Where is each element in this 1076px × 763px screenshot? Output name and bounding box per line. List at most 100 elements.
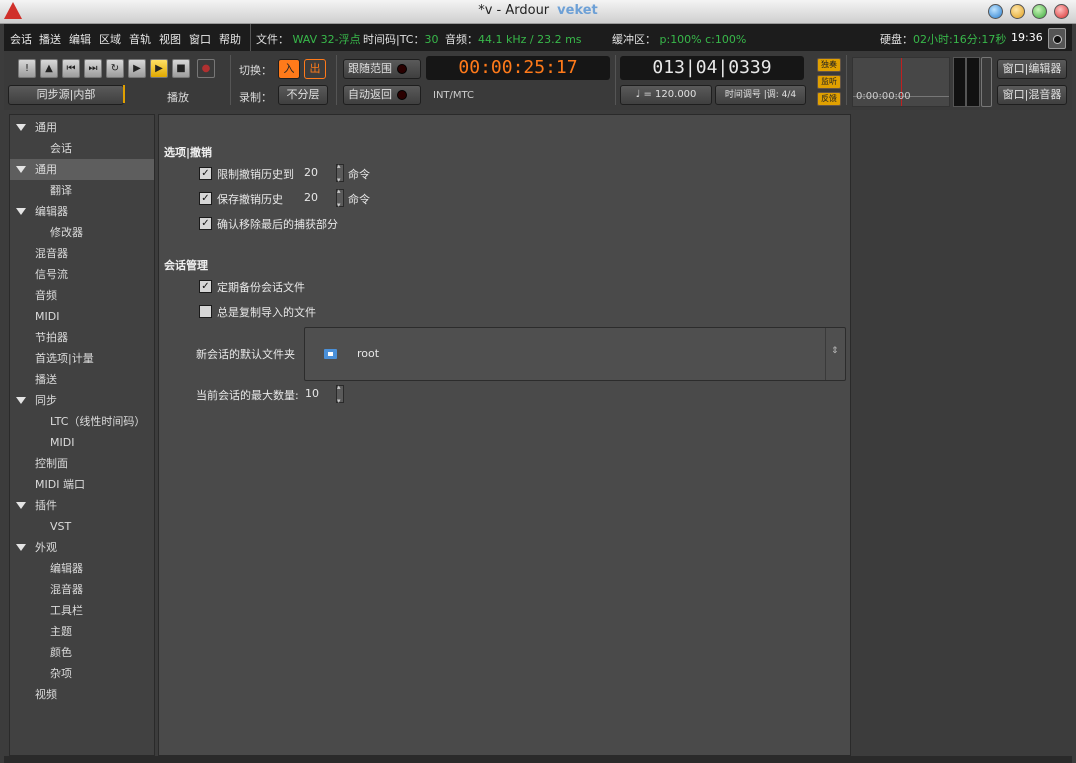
primary-clock[interactable]: 00:00:25:17 [426,56,610,80]
menu-session[interactable]: 会话 [10,31,32,47]
play-selection-icon[interactable]: ▶ [128,59,146,78]
sidebar-item[interactable]: 节拍器 [10,327,154,348]
menu-view[interactable]: 视图 [159,31,181,47]
menu-separator [250,24,251,51]
sidebar-item[interactable]: 首选项|计量 [10,348,154,369]
auto-return-button[interactable]: 自动返回 [343,85,421,105]
max-recent-spinner[interactable] [336,383,344,405]
secondary-clock[interactable]: 013|04|0339 [620,56,804,80]
error-log-button[interactable] [1048,28,1066,49]
expander-triangle-icon[interactable] [16,208,26,215]
expander-triangle-icon[interactable] [16,124,26,131]
sidebar-item[interactable]: 混音器 [10,243,154,264]
window-editor-button[interactable]: 窗口|编辑器 [997,59,1067,79]
sidebar-item-label: 混音器 [50,583,83,596]
tempo-button[interactable]: ♩ = 120.000 [620,85,712,105]
menu-transport[interactable]: 播送 [39,31,61,47]
sync-source-button[interactable]: 同步源|内部 [8,85,124,105]
verify-remove-checkbox[interactable]: ✓ [199,217,212,230]
sidebar-item[interactable]: 编辑器 [10,558,154,579]
sidebar-item[interactable]: 音频 [10,285,154,306]
master-meter [953,57,980,107]
sidebar-item[interactable]: 会话 [10,138,154,159]
sidebar-item[interactable]: MIDI 端口 [10,474,154,495]
periodic-backup-checkbox[interactable]: ✓ [199,280,212,293]
max-recent-value[interactable]: 10 [305,387,319,400]
punch-out-button[interactable]: 出 [304,59,326,79]
save-undo-value[interactable]: 20 [304,191,318,204]
sidebar-item[interactable]: 主题 [10,621,154,642]
solo-indicator[interactable]: 独奏 [817,58,841,72]
record-mode-dropdown[interactable]: 不分层 [278,85,328,105]
sidebar-item[interactable]: 工具栏 [10,600,154,621]
close-icon[interactable] [1054,4,1069,19]
save-undo-spinner[interactable] [336,187,344,209]
menu-edit[interactable]: 编辑 [69,31,91,47]
sidebar-item[interactable]: MIDI [10,306,154,327]
shade-icon[interactable] [1010,4,1025,19]
follow-range-led [397,64,407,74]
minimize-icon[interactable] [988,4,1003,19]
sidebar-item[interactable]: 颜色 [10,642,154,663]
sidebar-item[interactable]: 外观 [10,537,154,558]
menu-help[interactable]: 帮助 [219,31,241,47]
sidebar-item-label: 外观 [35,541,57,554]
follow-range-button[interactable]: 跟随范围 [343,59,421,79]
maximize-icon[interactable] [1032,4,1047,19]
expander-triangle-icon[interactable] [16,397,26,404]
audition-indicator[interactable]: 监听 [817,75,841,89]
sidebar-item[interactable]: 杂项 [10,663,154,684]
sidebar-item[interactable]: 同步 [10,390,154,411]
meter-button[interactable]: 时间调号 |调: 4/4 [715,85,806,105]
sidebar-item-label: 主题 [50,625,72,638]
play-icon[interactable]: ▶ [150,59,168,78]
midi-panic-icon[interactable]: ! [18,59,36,78]
default-folder-chooser[interactable]: root ⇕ [304,327,846,381]
menu-window[interactable]: 窗口 [189,31,211,47]
window-title: *v - Ardour veket [478,3,598,18]
limit-undo-checkbox[interactable]: ✓ [199,167,212,180]
save-undo-checkbox[interactable]: ✓ [199,192,212,205]
sidebar-item[interactable]: 翻译 [10,180,154,201]
expander-triangle-icon[interactable] [16,166,26,173]
meter-scrollbar[interactable] [981,57,992,107]
sidebar-item[interactable]: LTC（线性时间码） [10,411,154,432]
sidebar-item[interactable]: 编辑器 [10,201,154,222]
stop-icon[interactable]: ■ [172,59,190,78]
sidebar-item-label: 混音器 [35,247,68,260]
limit-undo-spinner[interactable] [336,162,344,184]
menu-region[interactable]: 区域 [99,31,121,47]
sidebar-item[interactable]: 控制面 [10,453,154,474]
limit-undo-value[interactable]: 20 [304,166,318,179]
save-undo-label: 保存撤销历史 [217,193,283,206]
sidebar-item[interactable]: 播送 [10,369,154,390]
feedback-indicator[interactable]: 反馈 [817,92,841,106]
window-mixer-button[interactable]: 窗口|混音器 [997,85,1067,105]
sidebar-item[interactable]: VST [10,516,154,537]
meter-divider [965,58,967,106]
sidebar-item[interactable]: 修改器 [10,222,154,243]
go-to-start-icon[interactable]: ⏮ [62,59,80,78]
sidebar-item[interactable]: 通用 [10,159,154,180]
expander-triangle-icon[interactable] [16,544,26,551]
record-icon[interactable]: ● [197,59,215,78]
always-copy-checkbox[interactable] [199,305,212,318]
sidebar-item[interactable]: 插件 [10,495,154,516]
loop-icon[interactable]: ↻ [106,59,124,78]
sidebar-item[interactable]: 视频 [10,684,154,705]
sidebar-item[interactable]: 信号流 [10,264,154,285]
sidebar-item[interactable]: 混音器 [10,579,154,600]
metronome-icon[interactable]: ▲ [40,59,58,78]
sidebar-item[interactable]: MIDI [10,432,154,453]
expander-triangle-icon[interactable] [16,502,26,509]
sidebar-item-label: MIDI [35,310,60,323]
sidebar-item-label: MIDI [50,436,75,449]
toolbar-separator [615,55,616,105]
menu-track[interactable]: 音轨 [129,31,151,47]
mini-timeline[interactable]: 0:00:00:00 [852,57,950,107]
go-to-end-icon[interactable]: ⏭ [84,59,102,78]
auto-return-led [397,90,407,100]
sidebar-item[interactable]: 通用 [10,117,154,138]
sidebar-item-label: 通用 [35,121,57,134]
punch-in-button[interactable]: 入 [278,59,300,79]
